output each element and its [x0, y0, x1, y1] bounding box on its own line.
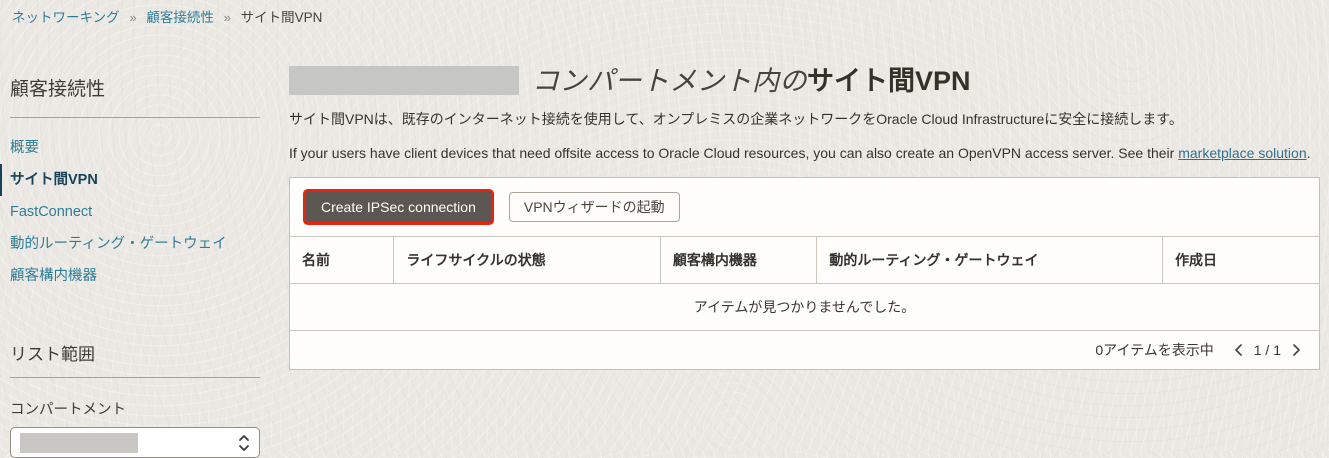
create-ipsec-connection-button[interactable]: Create IPSec connection — [306, 192, 491, 222]
sidebar-item-label[interactable]: 概要 — [10, 140, 39, 156]
select-updown-chevrons-icon — [239, 434, 249, 451]
description-english: If your users have client devices that n… — [289, 143, 1320, 163]
sidebar: 顧客接続性 概要 サイト間VPN FastConnect 動的ルーティング・ゲー… — [0, 27, 280, 458]
main-content: コンパートメント内のサイト間VPN サイト間VPNは、既存のインターネット接続を… — [280, 27, 1329, 370]
vpn-list-card: Create IPSec connection VPNウィザードの起動 名前 ラ… — [289, 177, 1320, 370]
column-header-created: 作成日 — [1162, 236, 1319, 284]
description-japanese: サイト間VPNは、既存のインターネット接続を使用して、オンプレミスの企業ネットワ… — [289, 111, 1183, 127]
sidebar-item-fastconnect[interactable]: FastConnect — [10, 196, 260, 228]
actions-toolbar: Create IPSec connection VPNウィザードの起動 — [290, 178, 1319, 236]
vpn-table: 名前 ライフサイクルの状態 顧客構内機器 動的ルーティング・ゲートウェイ 作成日… — [290, 236, 1319, 331]
column-header-drg: 動的ルーティング・ゲートウェイ — [816, 236, 1163, 284]
page-title: コンパートメント内のサイト間VPN — [289, 65, 1320, 97]
description-english-period: . — [1306, 145, 1311, 161]
breadcrumb-separator-icon: » — [129, 10, 137, 25]
compartment-select[interactable] — [10, 427, 260, 458]
list-scope-divider — [10, 377, 260, 378]
column-header-lifecycle-state: ライフサイクルの状態 — [393, 236, 661, 284]
chevron-left-icon[interactable] — [1232, 343, 1245, 357]
description-english-text: If your users have client devices that n… — [289, 145, 1179, 161]
table-header-row: 名前 ライフサイクルの状態 顧客構内機器 動的ルーティング・ゲートウェイ 作成日 — [290, 236, 1319, 284]
sidebar-item-label[interactable]: サイト間VPN — [10, 172, 98, 188]
sidebar-item-site-to-site-vpn[interactable]: サイト間VPN — [0, 164, 260, 196]
list-scope-section: リスト範囲 コンパートメント — [10, 340, 260, 458]
breadcrumb-current: サイト間VPN — [240, 10, 323, 25]
empty-state-row: アイテムが見つかりませんでした。 — [290, 283, 1319, 331]
page-title-resource-text: サイト間VPN — [807, 66, 971, 96]
pagination-summary: 0アイテムを表示中 — [1095, 342, 1214, 358]
pagination-bar: 0アイテムを表示中 1 / 1 — [290, 331, 1319, 369]
breadcrumb-link-customer-connectivity[interactable]: 顧客接続性 — [146, 10, 214, 25]
empty-state-message: アイテムが見つかりませんでした。 — [290, 283, 1319, 331]
breadcrumb-link-networking[interactable]: ネットワーキング — [12, 10, 120, 25]
marketplace-solution-link[interactable]: marketplace solution — [1178, 145, 1306, 161]
launch-vpn-wizard-button[interactable]: VPNウィザードの起動 — [508, 192, 680, 222]
sidebar-divider — [10, 117, 260, 118]
pager-controls: 1 / 1 — [1232, 342, 1303, 358]
sidebar-heading: 顧客接続性 — [10, 79, 106, 100]
column-header-name: 名前 — [290, 236, 394, 284]
sidebar-item-overview[interactable]: 概要 — [10, 132, 260, 164]
column-header-cpe: 顧客構内機器 — [659, 236, 817, 284]
sidebar-item-customer-premises-equipment[interactable]: 顧客構内機器 — [10, 260, 260, 292]
sidebar-item-dynamic-routing-gateway[interactable]: 動的ルーティング・ゲートウェイ — [10, 228, 260, 260]
breadcrumb-separator-icon: » — [223, 10, 231, 25]
chevron-right-icon[interactable] — [1290, 343, 1303, 357]
sidebar-item-label[interactable]: 動的ルーティング・ゲートウェイ — [10, 236, 227, 252]
page-layout: 顧客接続性 概要 サイト間VPN FastConnect 動的ルーティング・ゲー… — [0, 27, 1329, 458]
redacted-compartment-value — [20, 432, 138, 453]
breadcrumb: ネットワーキング » 顧客接続性 » サイト間VPN — [0, 0, 1329, 27]
redacted-compartment-name — [289, 66, 519, 95]
sidebar-item-label[interactable]: FastConnect — [10, 204, 92, 220]
page-title-compartment-text: コンパートメント内の — [532, 66, 807, 96]
page-indicator: 1 / 1 — [1253, 342, 1281, 358]
sidebar-item-label[interactable]: 顧客構内機器 — [10, 268, 97, 284]
compartment-label: コンパートメント — [10, 402, 126, 418]
list-scope-heading: リスト範囲 — [10, 345, 95, 364]
sidebar-nav: 概要 サイト間VPN FastConnect 動的ルーティング・ゲートウェイ 顧… — [0, 132, 260, 292]
